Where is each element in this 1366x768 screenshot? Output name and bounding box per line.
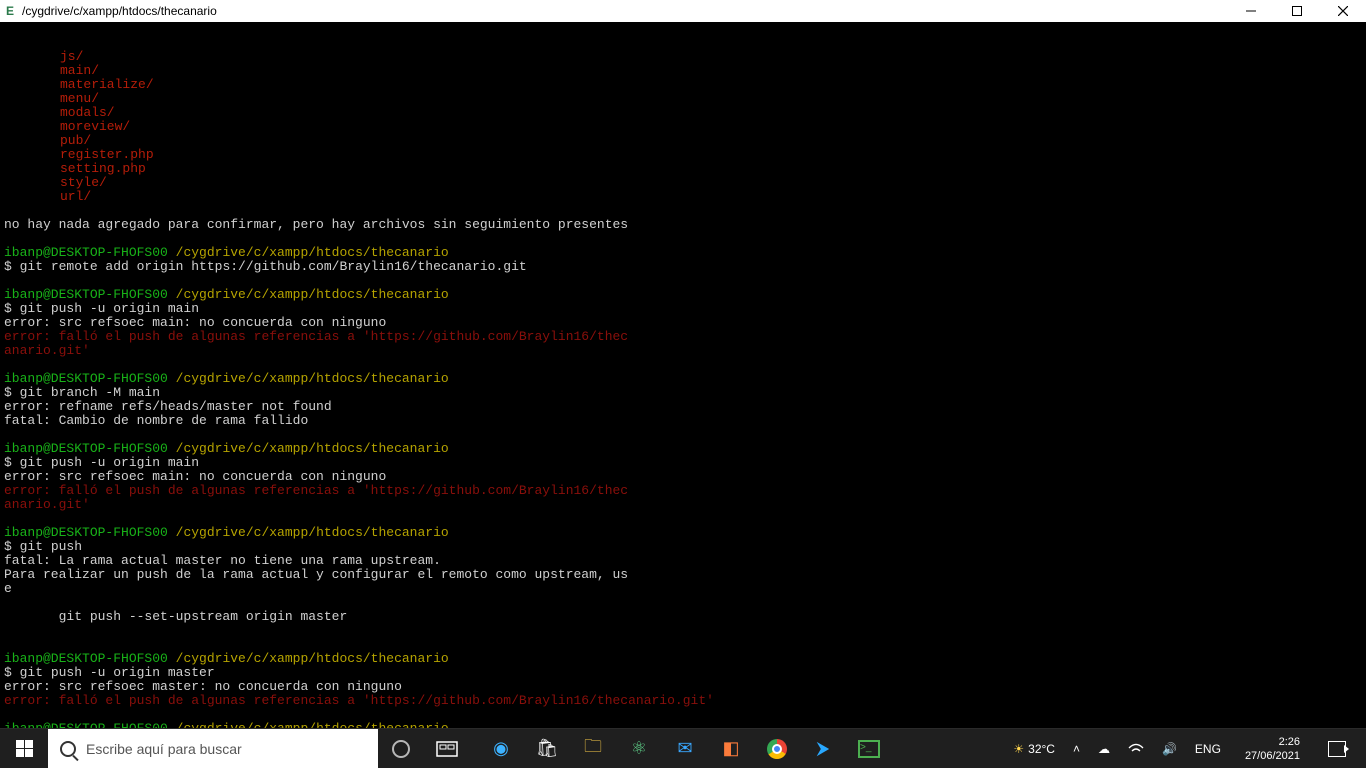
- command-line: git push -u origin master: [20, 665, 215, 680]
- tray-time: 2:26: [1245, 735, 1300, 749]
- git-output-line: fatal: Cambio de nombre de rama fallido: [4, 413, 308, 428]
- listing-item: js/: [60, 49, 83, 64]
- prompt-path: /cygdrive/c/xampp/htdocs/thecanario: [176, 245, 449, 260]
- git-error-line: anario.git': [4, 343, 90, 358]
- git-output-line: git push --set-upstream origin master: [4, 609, 347, 624]
- tray-onedrive[interactable]: ☁: [1092, 729, 1116, 768]
- git-output-line: error: src refsoec main: no concuerda co…: [4, 469, 386, 484]
- search-icon: [60, 741, 76, 757]
- xampp-icon: ◧: [722, 738, 739, 759]
- command-line: git push: [20, 539, 82, 554]
- volume-icon: 🔊: [1162, 742, 1177, 756]
- mail-icon: ✉: [677, 738, 692, 759]
- folder-icon: 🗀: [584, 734, 602, 764]
- vscode-icon: ⮞: [816, 738, 829, 759]
- task-view-button[interactable]: [424, 729, 470, 768]
- cortana-button[interactable]: [378, 729, 424, 768]
- tray-wifi[interactable]: [1122, 729, 1150, 768]
- taskbar-app-store[interactable]: 🛍: [524, 729, 570, 768]
- prompt-path: /cygdrive/c/xampp/htdocs/thecanario: [176, 525, 449, 540]
- listing-item: setting.php: [60, 161, 146, 176]
- chevron-up-icon: ˄: [1073, 742, 1080, 756]
- prompt-user: ibanp@DESKTOP-FHOFS00: [4, 371, 168, 386]
- cloud-icon: ☁: [1098, 742, 1110, 756]
- prompt-path: /cygdrive/c/xampp/htdocs/thecanario: [176, 287, 449, 302]
- tray-overflow-button[interactable]: ˄: [1067, 729, 1086, 768]
- git-output-line: e: [4, 581, 12, 596]
- command-line: git push -u origin main: [20, 301, 199, 316]
- git-error-line: error: falló el push de algunas referenc…: [4, 329, 628, 344]
- git-output-line: Para realizar un push de la rama actual …: [4, 567, 628, 582]
- command-line: git branch -M main: [20, 385, 160, 400]
- listing-item: pub/: [60, 133, 91, 148]
- windows-icon: [16, 740, 33, 757]
- tray-date: 27/06/2021: [1245, 749, 1300, 763]
- git-error-line: error: falló el push de algunas referenc…: [4, 483, 628, 498]
- command-line: git remote add origin https://github.com…: [20, 259, 527, 274]
- window-titlebar: E /cygdrive/c/xampp/htdocs/thecanario: [0, 0, 1366, 22]
- listing-item: materialize/: [60, 77, 154, 92]
- prompt-user: ibanp@DESKTOP-FHOFS00: [4, 651, 168, 666]
- taskbar-app-edge[interactable]: ◉: [478, 729, 524, 768]
- listing-item: moreview/: [60, 119, 130, 134]
- listing-item: style/: [60, 175, 107, 190]
- tray-temperature: 32°C: [1028, 742, 1055, 756]
- prompt-user: ibanp@DESKTOP-FHOFS00: [4, 287, 168, 302]
- taskbar-app-vscode[interactable]: ⮞: [800, 729, 846, 768]
- taskbar-app-mail[interactable]: ✉: [662, 729, 708, 768]
- tray-language[interactable]: ENG: [1189, 729, 1227, 768]
- prompt-user: ibanp@DESKTOP-FHOFS00: [4, 245, 168, 260]
- search-box[interactable]: Escribe aquí para buscar: [48, 729, 378, 768]
- tray-language-label: ENG: [1195, 742, 1221, 756]
- tray-clock[interactable]: 2:26 27/06/2021: [1233, 729, 1312, 768]
- close-button[interactable]: [1320, 0, 1366, 22]
- tray-weather[interactable]: ☀ 32°C: [1007, 729, 1061, 768]
- taskbar-app-xampp[interactable]: ◧: [708, 729, 754, 768]
- store-icon: 🛍: [536, 738, 559, 759]
- prompt-user: ibanp@DESKTOP-FHOFS00: [4, 721, 168, 728]
- terminal-icon: >_: [858, 740, 880, 758]
- git-output-line: fatal: La rama actual master no tiene un…: [4, 553, 441, 568]
- search-placeholder: Escribe aquí para buscar: [86, 741, 242, 757]
- app-icon: E: [0, 4, 20, 18]
- git-output-line: error: src refsoec master: no concuerda …: [4, 679, 402, 694]
- start-button[interactable]: [0, 729, 48, 768]
- tray-volume[interactable]: 🔊: [1156, 729, 1183, 768]
- prompt-user: ibanp@DESKTOP-FHOFS00: [4, 525, 168, 540]
- tray-notifications[interactable]: [1318, 729, 1362, 768]
- prompt-path: /cygdrive/c/xampp/htdocs/thecanario: [176, 721, 449, 728]
- taskbar-app-terminal[interactable]: >_: [846, 729, 892, 768]
- git-error-line: error: falló el push de algunas referenc…: [4, 693, 714, 708]
- taskbar-app-chrome[interactable]: [754, 729, 800, 768]
- listing-item: register.php: [60, 147, 154, 162]
- taskbar: Escribe aquí para buscar ◉ 🛍 🗀 ⚛ ✉ ◧ ⮞ >…: [0, 728, 1366, 768]
- git-output-line: no hay nada agregado para confirmar, per…: [4, 217, 628, 232]
- git-output-line: error: refname refs/heads/master not fou…: [4, 399, 332, 414]
- listing-item: menu/: [60, 91, 99, 106]
- listing-item: url/: [60, 189, 91, 204]
- window-title: /cygdrive/c/xampp/htdocs/thecanario: [20, 4, 217, 18]
- edge-icon: ◉: [493, 738, 509, 759]
- notification-icon: [1328, 741, 1346, 757]
- terminal-output[interactable]: js/ main/ materialize/ menu/ modals/ mor…: [0, 22, 1366, 728]
- prompt-path: /cygdrive/c/xampp/htdocs/thecanario: [176, 441, 449, 456]
- atom-icon: ⚛: [631, 738, 647, 759]
- cortana-icon: [392, 740, 410, 758]
- listing-item: main/: [60, 63, 99, 78]
- prompt-path: /cygdrive/c/xampp/htdocs/thecanario: [176, 371, 449, 386]
- taskbar-app-atom[interactable]: ⚛: [616, 729, 662, 768]
- wifi-icon: [1128, 743, 1144, 755]
- git-error-line: anario.git': [4, 497, 90, 512]
- git-output-line: error: src refsoec main: no concuerda co…: [4, 315, 386, 330]
- maximize-button[interactable]: [1274, 0, 1320, 22]
- taskbar-app-explorer[interactable]: 🗀: [570, 729, 616, 768]
- listing-item: modals/: [60, 105, 115, 120]
- prompt-path: /cygdrive/c/xampp/htdocs/thecanario: [176, 651, 449, 666]
- weather-icon: ☀: [1013, 742, 1024, 756]
- minimize-button[interactable]: [1228, 0, 1274, 22]
- prompt-user: ibanp@DESKTOP-FHOFS00: [4, 441, 168, 456]
- command-line: git push -u origin main: [20, 455, 199, 470]
- chrome-icon: [767, 739, 787, 759]
